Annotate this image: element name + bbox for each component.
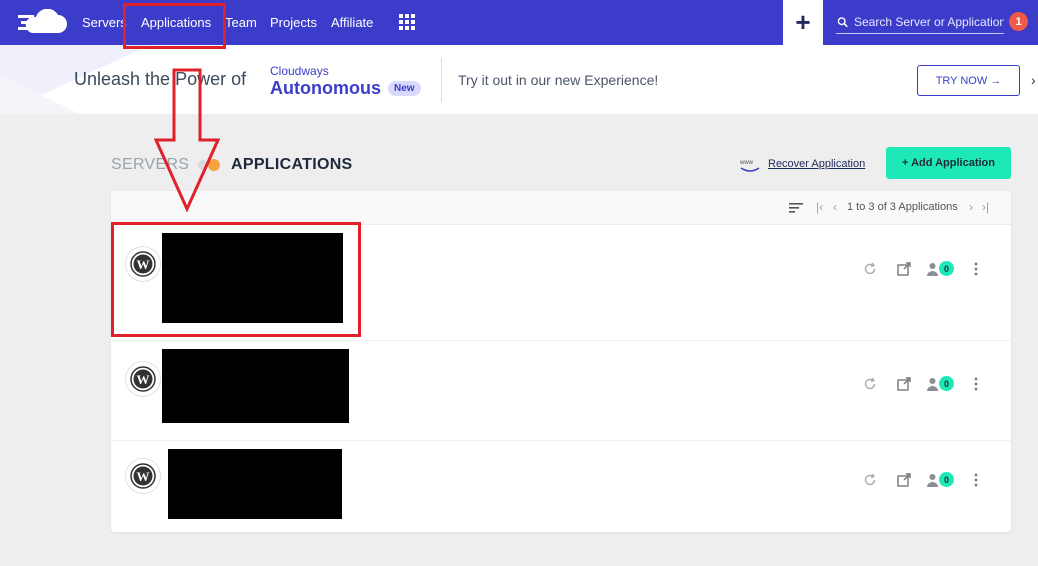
nav-team[interactable]: Team <box>225 15 257 30</box>
list-toolbar: |‹ ‹ 1 to 3 of 3 Applications › ›| <box>111 191 1011 225</box>
pagination-text: 1 to 3 of 3 Applications <box>847 201 958 213</box>
redacted-app-name <box>162 349 349 423</box>
add-application-button[interactable]: + Add Application <box>886 147 1011 179</box>
refresh-icon[interactable] <box>862 472 878 488</box>
svg-text:W: W <box>137 257 150 272</box>
collaborators[interactable]: 0 <box>927 472 954 487</box>
more-options-icon[interactable] <box>974 473 978 487</box>
banner-headline: Unleash the Power of <box>74 69 247 89</box>
svg-text:W: W <box>137 469 150 484</box>
refresh-icon[interactable] <box>862 261 878 277</box>
collaborators[interactable]: 0 <box>927 261 954 276</box>
wordpress-icon: W <box>125 361 161 397</box>
nav-servers[interactable]: Servers <box>82 15 127 30</box>
apps-grid-icon[interactable] <box>399 14 415 30</box>
collaborator-count: 0 <box>939 261 954 276</box>
application-row[interactable]: W 0 <box>111 340 1011 440</box>
sort-icon[interactable] <box>789 202 803 214</box>
nav-projects[interactable]: Projects <box>270 15 317 30</box>
redacted-app-name <box>162 233 343 323</box>
external-link-icon[interactable] <box>896 261 912 277</box>
www-icon: www <box>739 160 760 172</box>
recover-application-link[interactable]: Recover Application <box>768 158 865 170</box>
user-icon <box>927 262 938 276</box>
nav-affiliate[interactable]: Affiliate <box>331 15 373 30</box>
tab-applications[interactable]: APPLICATIONS <box>231 156 353 174</box>
toggle-dot[interactable] <box>208 159 220 171</box>
application-row[interactable]: W 0 <box>111 225 1011 340</box>
banner-brand-big: Autonomous <box>270 78 381 98</box>
top-navbar: Servers Applications Team Projects Affil… <box>0 0 1038 45</box>
row-actions: 0 <box>862 376 992 396</box>
row-actions: 0 <box>862 261 992 281</box>
banner-divider <box>441 58 442 102</box>
external-link-icon[interactable] <box>896 376 912 392</box>
prev-page-icon[interactable]: ‹ <box>833 200 837 214</box>
search-bar <box>836 10 1004 34</box>
notification-badge[interactable]: 1 <box>1009 12 1028 31</box>
banner-close-icon[interactable]: › <box>1031 72 1036 88</box>
plus-icon[interactable]: + <box>783 0 823 45</box>
banner-try-text: Try it out in our new Experience! <box>458 72 659 88</box>
user-icon <box>927 377 938 391</box>
new-badge: New <box>388 81 421 96</box>
svg-text:www: www <box>739 160 754 166</box>
nav-applications[interactable]: Applications <box>141 15 211 30</box>
row-actions: 0 <box>862 472 992 492</box>
next-page-icon[interactable]: › <box>969 200 973 214</box>
collaborator-count: 0 <box>939 472 954 487</box>
redacted-app-name <box>168 449 342 519</box>
svg-text:W: W <box>137 372 150 387</box>
try-now-button[interactable]: TRY NOW → <box>917 65 1020 96</box>
collaborator-count: 0 <box>939 376 954 391</box>
refresh-icon[interactable] <box>862 376 878 392</box>
applications-list: |‹ ‹ 1 to 3 of 3 Applications › ›| W 0 W <box>111 191 1011 532</box>
application-row[interactable]: W 0 <box>111 440 1011 532</box>
wordpress-icon: W <box>125 458 161 494</box>
tab-servers[interactable]: SERVERS <box>111 156 189 174</box>
more-options-icon[interactable] <box>974 377 978 391</box>
more-options-icon[interactable] <box>974 262 978 276</box>
cloudways-logo[interactable] <box>18 9 68 37</box>
external-link-icon[interactable] <box>896 472 912 488</box>
last-page-icon[interactable]: ›| <box>982 200 989 214</box>
banner-brand-small: Cloudways <box>270 64 329 78</box>
search-input[interactable] <box>854 14 1004 29</box>
search-icon <box>837 16 848 27</box>
collaborators[interactable]: 0 <box>927 376 954 391</box>
first-page-icon[interactable]: |‹ <box>816 200 823 214</box>
wordpress-icon: W <box>125 246 161 282</box>
toggle-dot-track <box>198 160 208 170</box>
user-icon <box>927 473 938 487</box>
promo-banner: Unleash the Power of Cloudways Autonomou… <box>0 45 1038 114</box>
